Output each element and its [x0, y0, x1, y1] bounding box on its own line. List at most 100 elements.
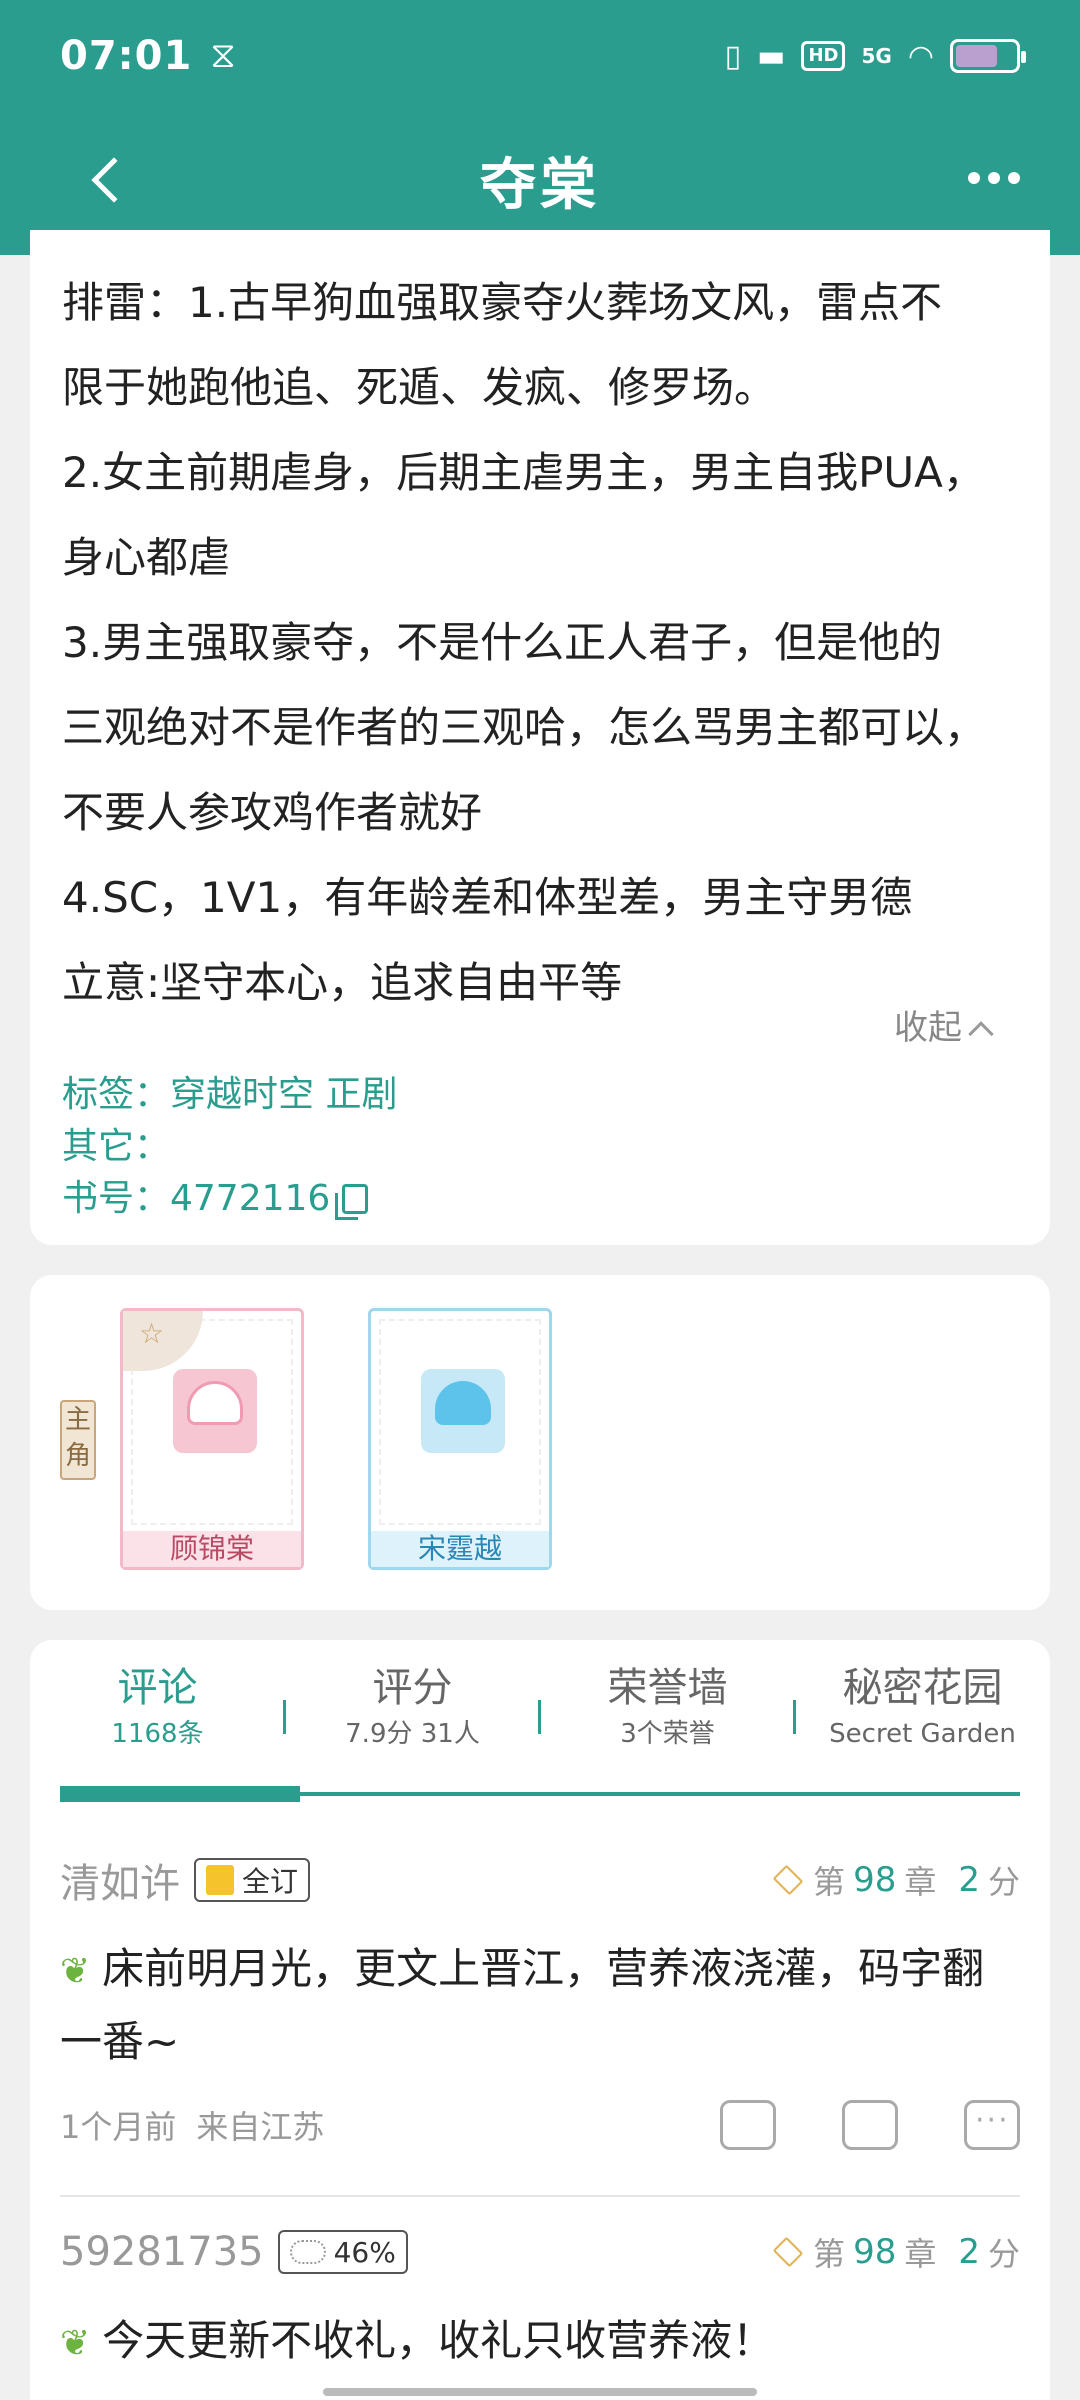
vibrate-icon: ▯	[724, 38, 742, 74]
comment-header: 59281735 46% 第 98 章 2分	[60, 2222, 1020, 2282]
intro-text: 排雷：1.古早狗血强取豪夺火葬场文风，雷点不 限于她跑他追、死遁、发疯、修罗场。…	[62, 260, 1032, 1025]
comment-location: 来自江苏	[196, 2108, 325, 2146]
tags-line[interactable]: 标签：穿越时空 正剧	[62, 1065, 397, 1117]
characters-card: 主角 ☆ 顾锦棠 宋霆越	[30, 1275, 1050, 1610]
badge-label: 全订	[242, 1865, 299, 1898]
comment-chapter: 第 98 章 2分	[771, 1857, 1020, 1903]
score-number: 2	[958, 1860, 980, 1900]
tab-divider	[538, 1700, 541, 1734]
tab-sub: 1168条	[111, 1719, 204, 1749]
comment-username[interactable]: 清如许	[60, 1851, 180, 1909]
comment-divider	[60, 2195, 1020, 2197]
tab-divider	[283, 1700, 286, 1734]
character-card[interactable]: 宋霆越	[368, 1308, 552, 1570]
score-suffix: 分	[987, 2235, 1020, 2273]
wifi-icon: ◠	[907, 38, 934, 74]
chapter-suffix: 章	[904, 1863, 937, 1901]
subscription-badge: 全订	[194, 1858, 311, 1902]
thumbs-up-icon[interactable]	[720, 2100, 776, 2150]
collapse-label: 收起	[894, 1008, 962, 1048]
badge-label: 46%	[333, 2235, 396, 2269]
tab-label: 评论	[117, 1665, 198, 1711]
tab-comments[interactable]: 评论 1168条	[30, 1660, 285, 1770]
progress-badge: 46%	[277, 2230, 408, 2274]
tab-label: 荣誉墙	[607, 1665, 728, 1711]
app-header: 07:01 ⧖ ▯ ▬ HD 5G ◠ 夺棠	[0, 0, 1080, 255]
hair-icon	[187, 1381, 243, 1425]
book-intro-card: 排雷：1.古早狗血强取豪夺火葬场文风，雷点不 限于她跑他追、死遁、发疯、修罗场。…	[30, 230, 1050, 1245]
tab-label: 秘密花园	[842, 1665, 1003, 1711]
tab-honor-wall[interactable]: 荣誉墙 3个荣誉	[540, 1660, 795, 1770]
signal-icon: 5G	[861, 44, 892, 68]
comment-actions	[720, 2100, 1020, 2150]
tab-bar: 评论 1168条 评分 7.9分 31人 荣誉墙 3个荣誉 秘密花园 Secre…	[30, 1660, 1050, 1770]
intro-line: 身心都虐	[62, 533, 231, 582]
avatar	[421, 1369, 505, 1453]
comment-text: 今天更新不收礼，收礼只收营养液！	[102, 2316, 775, 2365]
intro-line: 限于她跑他追、死遁、发疯、修罗场。	[62, 363, 777, 412]
chapter-suffix: 章	[904, 2235, 937, 2273]
tab-secret-garden[interactable]: 秘密花园 Secret Garden	[795, 1660, 1050, 1770]
vip-gem-icon	[772, 2236, 804, 2268]
more-dot-icon	[1008, 172, 1020, 184]
title-bar: 夺棠	[0, 130, 1080, 230]
score-number: 2	[958, 2232, 980, 2272]
reply-icon[interactable]	[964, 2100, 1020, 2150]
tab-sub: 7.9分 31人	[345, 1719, 480, 1749]
intro-line: 排雷：1.古早狗血强取豪夺火葬场文风，雷点不	[62, 278, 943, 327]
vip-gem-icon	[772, 1864, 804, 1896]
home-indicator[interactable]	[323, 2388, 757, 2396]
book-number: 书号：4772116	[62, 1178, 331, 1219]
tab-rating[interactable]: 评分 7.9分 31人	[285, 1660, 540, 1770]
chapter-prefix: 第	[813, 1863, 846, 1901]
page-title: 夺棠	[480, 152, 600, 218]
progress-icon	[289, 2240, 326, 2264]
intro-line: 立意:坚守本心，追求自由平等	[62, 958, 623, 1007]
comment-body: ❦ 今天更新不收礼，收礼只收营养液！	[60, 2306, 1020, 2379]
comment-time: 1个月前	[60, 2108, 177, 2146]
tab-sub: Secret Garden	[829, 1719, 1016, 1749]
comment-footer: 1个月前 来自江苏	[60, 2095, 1020, 2155]
comments-card: 评论 1168条 评分 7.9分 31人 荣誉墙 3个荣誉 秘密花园 Secre…	[30, 1640, 1050, 2400]
copy-icon[interactable]	[335, 1184, 369, 1220]
comment-username[interactable]: 59281735	[60, 2229, 264, 2275]
avatar	[173, 1369, 257, 1453]
sprout-icon: ❦	[60, 2323, 91, 2364]
tab-divider	[793, 1700, 796, 1734]
character-card[interactable]: ☆ 顾锦棠	[120, 1308, 304, 1570]
status-icons: ▯ ▬ HD 5G ◠	[724, 38, 1026, 74]
more-dot-icon	[968, 172, 980, 184]
comment-chapter: 第 98 章 2分	[771, 2229, 1020, 2275]
hair-icon	[435, 1381, 491, 1425]
collapse-button[interactable]: 收起	[894, 1000, 994, 1049]
comment-item[interactable]: 59281735 46% 第 98 章 2分 ❦ 今天更新不收礼，收礼只收营养液！	[60, 2222, 1020, 2379]
battery-icon	[950, 39, 1026, 73]
comment-text: 床前明月光，更文上晋江，营养液浇灌，码字翻一番~	[60, 1944, 985, 2066]
hourglass-icon: ⧖	[210, 35, 236, 76]
character-name: 宋霆越	[371, 1531, 549, 1567]
comment-body: ❦ 床前明月光，更文上晋江，营养液浇灌，码字翻一番~	[60, 1934, 1020, 2077]
intro-line: 2.女主前期虐身，后期主虐男主，男主自我PUA，	[62, 448, 985, 497]
hd-icon: HD	[801, 41, 846, 71]
chapter-prefix: 第	[813, 2235, 846, 2273]
score-suffix: 分	[987, 1863, 1020, 1901]
bookmark-icon	[206, 1865, 234, 1895]
comment-header: 清如许 全订 第 98 章 2分	[60, 1850, 1020, 1910]
more-dot-icon	[988, 172, 1000, 184]
back-button[interactable]	[80, 150, 140, 210]
protagonist-tag: 主角	[60, 1400, 96, 1480]
chevron-up-icon	[968, 1021, 994, 1047]
thumbs-down-icon[interactable]	[842, 2100, 898, 2150]
more-button[interactable]	[968, 172, 1020, 184]
tab-label: 评分	[372, 1665, 453, 1711]
sprout-icon: ❦	[60, 1951, 91, 1992]
intro-line: 不要人参攻鸡作者就好	[62, 788, 483, 837]
character-name: 顾锦棠	[123, 1531, 301, 1567]
comment-item[interactable]: 清如许 全订 第 98 章 2分 ❦ 床前明月光，更文上晋江，营养液浇灌，码字翻一番~…	[60, 1850, 1020, 2155]
status-time: 07:01	[60, 33, 193, 79]
status-bar: 07:01 ⧖ ▯ ▬ HD 5G ◠	[60, 30, 1026, 82]
intro-line: 三观绝对不是作者的三观哈，怎么骂男主都可以，	[62, 703, 987, 752]
tab-indicator	[60, 1786, 300, 1802]
chapter-number: 98	[853, 2232, 897, 2272]
bed-icon: ▬	[757, 38, 786, 74]
